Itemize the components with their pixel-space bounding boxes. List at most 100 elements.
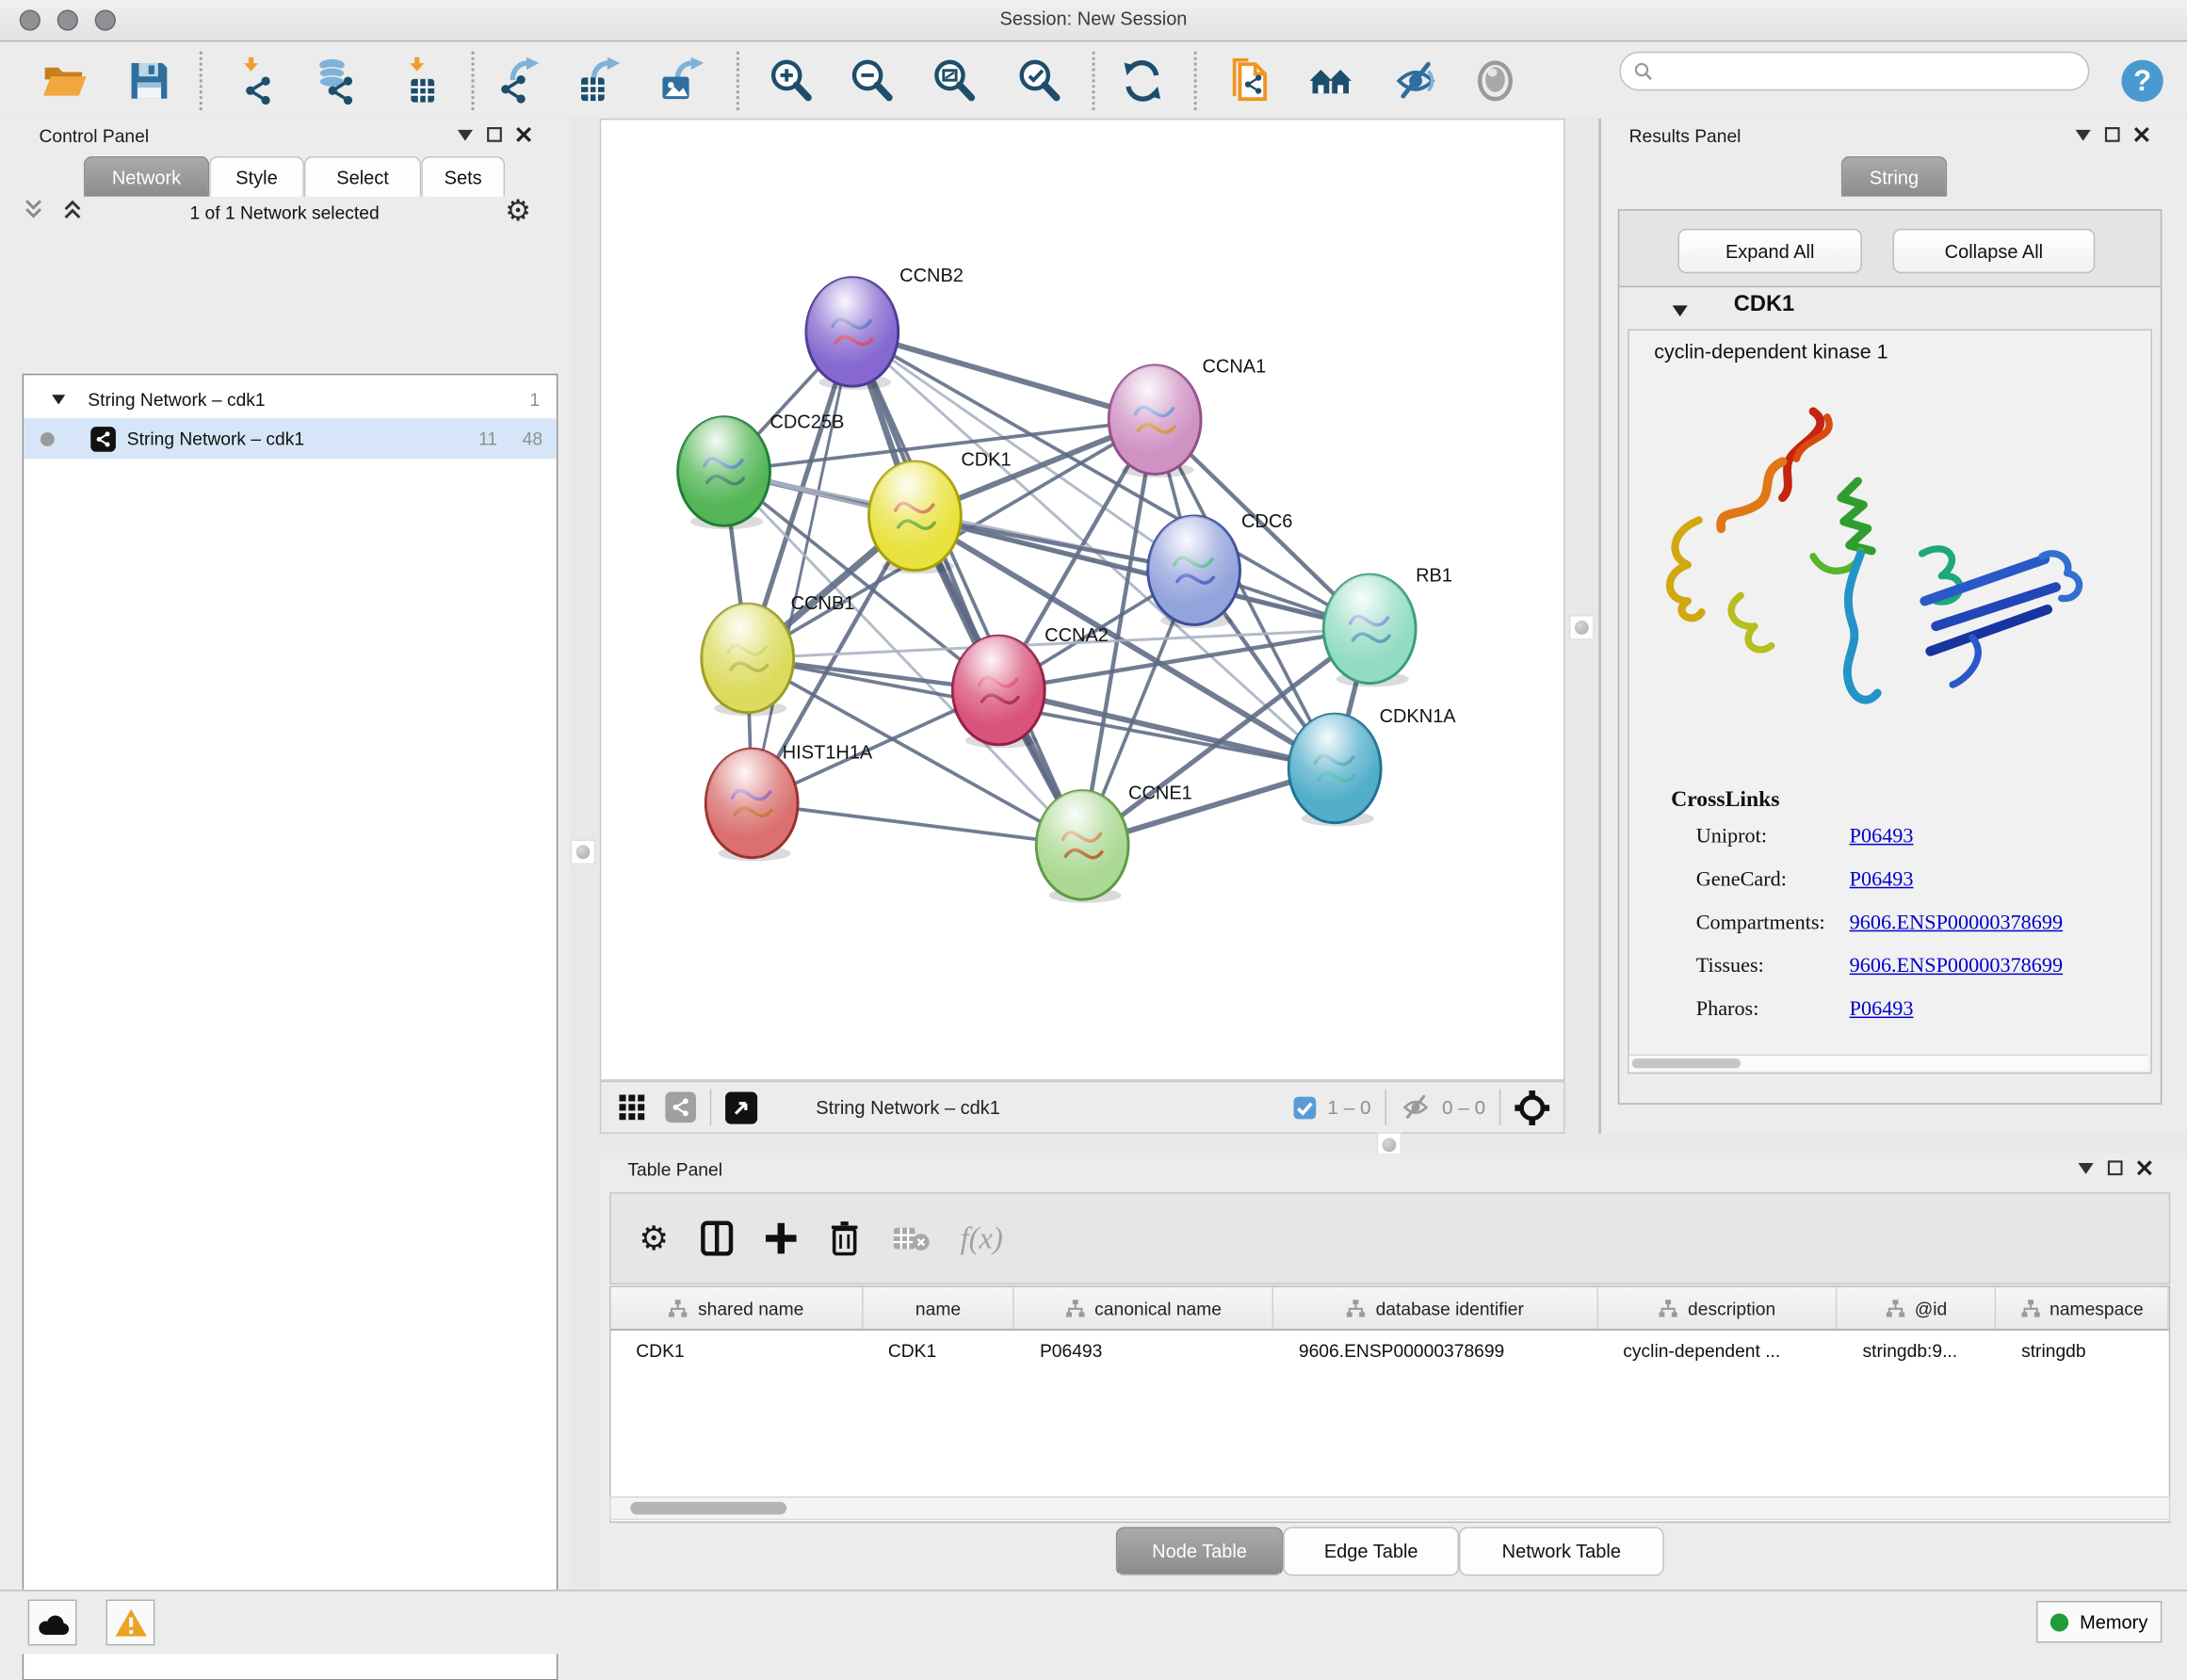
cell-id[interactable]: stringdb:9... (1838, 1331, 1997, 1371)
column-header-id[interactable]: @id (1838, 1287, 1997, 1329)
crosslink-value-link[interactable]: P06493 (1850, 869, 1914, 893)
tab-node-table[interactable]: Node Table (1116, 1527, 1284, 1576)
node-CDKN1A[interactable] (1288, 714, 1381, 826)
import-network-database-button[interactable] (308, 53, 361, 108)
collapse-panel-icon[interactable] (458, 129, 473, 140)
column-header-description[interactable]: description (1598, 1287, 1838, 1329)
warnings-button[interactable] (106, 1600, 155, 1646)
node-CDC25B[interactable] (678, 417, 770, 529)
float-panel-icon[interactable] (2108, 1160, 2123, 1175)
export-table-button[interactable] (574, 53, 626, 108)
import-table-button[interactable] (395, 53, 447, 108)
node-HIST1H1A[interactable] (705, 749, 798, 861)
delete-column-icon[interactable] (828, 1220, 860, 1257)
close-panel-icon[interactable] (516, 127, 531, 142)
hide-panel-button[interactable] (1389, 53, 1442, 108)
homes-button[interactable] (1304, 53, 1357, 108)
cell-databaseidentifier[interactable]: 9606.ENSP00000378699 (1273, 1331, 1597, 1371)
string-network-graph[interactable]: CCNB2CCNA1CDC25BCDK1CDC6RB1CCNB1CCNA2CDK… (601, 120, 1563, 1079)
node-CCNB1[interactable] (702, 604, 794, 716)
node-table[interactable]: shared namenamecanonical namedatabase id… (609, 1285, 2170, 1523)
zoom-fit-button[interactable] (928, 53, 980, 108)
crosshair-icon[interactable] (1515, 1090, 1549, 1124)
save-session-button[interactable] (122, 53, 175, 108)
float-panel-icon[interactable] (2105, 127, 2120, 142)
show-panel-button[interactable] (1468, 53, 1521, 108)
network-canvas[interactable]: CCNB2CCNA1CDC25BCDK1CDC6RB1CCNB1CCNA2CDK… (600, 119, 1565, 1081)
crosslink-value-link[interactable]: 9606.ENSP00000378699 (1850, 912, 2063, 935)
crosslink-value-link[interactable]: P06493 (1850, 826, 1914, 849)
column-header-name[interactable]: name (863, 1287, 1014, 1329)
table-settings-gear-icon[interactable]: ⚙ (639, 1219, 669, 1259)
cell-canonicalname[interactable]: P06493 (1014, 1331, 1273, 1371)
open-session-button[interactable] (38, 53, 90, 108)
table-hscroll-thumb[interactable] (630, 1502, 786, 1514)
string-badge-icon[interactable] (665, 1092, 696, 1123)
crosslink-value-link[interactable]: 9606.ENSP00000378699 (1850, 955, 2063, 978)
show-columns-icon[interactable] (700, 1220, 734, 1257)
tab-string[interactable]: String (1841, 156, 1948, 197)
network-options-gear-icon[interactable]: ⚙ (505, 194, 531, 229)
import-network-file-button[interactable] (229, 53, 282, 108)
search-input[interactable] (1662, 59, 2088, 83)
node-CDK1[interactable] (869, 461, 962, 573)
network-row-selected[interactable]: String Network – cdk1 11 48 (24, 418, 557, 459)
float-panel-icon[interactable] (487, 127, 502, 142)
crosslink-value-link[interactable]: P06493 (1850, 998, 1914, 1022)
table-row[interactable]: CDK1CDK1P064939606.ENSP00000378699cyclin… (611, 1331, 2169, 1371)
cell-sharedname[interactable]: CDK1 (611, 1331, 864, 1371)
results-hscrollbar[interactable] (1629, 1055, 2148, 1072)
node-RB1[interactable] (1323, 574, 1416, 687)
tab-edge-table[interactable]: Edge Table (1283, 1527, 1459, 1576)
edge-HIST1H1A-CCNE1[interactable] (752, 803, 1082, 845)
network-collection-row[interactable]: String Network – cdk1 1 (24, 380, 557, 420)
share-file-button[interactable] (1224, 53, 1277, 108)
search-field[interactable] (1619, 52, 2089, 90)
close-panel-icon[interactable] (2137, 1160, 2152, 1175)
help-button[interactable]: ? (2115, 53, 2168, 108)
cell-name[interactable]: CDK1 (863, 1331, 1014, 1371)
zoom-selected-button[interactable] (1012, 53, 1065, 108)
export-image-button[interactable] (656, 53, 709, 108)
export-network-button[interactable] (493, 53, 545, 108)
node-CCNB2[interactable] (806, 278, 899, 390)
collapse-all-button[interactable]: Collapse All (1893, 229, 2096, 273)
tab-style[interactable]: Style (209, 156, 304, 197)
tab-select[interactable]: Select (304, 156, 421, 197)
zoom-out-button[interactable] (845, 53, 898, 108)
cell-namespace[interactable]: stringdb (1996, 1331, 2168, 1371)
section-collapse-icon[interactable] (1673, 305, 1688, 316)
collapse-panel-icon[interactable] (2076, 129, 2091, 140)
column-header-sharedname[interactable]: shared name (611, 1287, 864, 1329)
tab-network-table[interactable]: Network Table (1459, 1527, 1664, 1576)
column-header-canonicalname[interactable]: canonical name (1014, 1287, 1273, 1329)
edge-CCNA2-CDKN1A[interactable] (998, 690, 1335, 768)
cloud-button[interactable] (28, 1600, 77, 1646)
birds-eye-grid-icon[interactable] (620, 1094, 646, 1121)
open-in-window-icon[interactable] (725, 1091, 757, 1123)
tab-sets[interactable]: Sets (421, 156, 505, 197)
add-column-icon[interactable] (764, 1221, 798, 1255)
left-splitter-handle[interactable] (571, 839, 596, 864)
edge-CCNB2-HIST1H1A[interactable] (752, 331, 852, 803)
update-button[interactable] (1116, 53, 1169, 108)
column-header-namespace[interactable]: namespace (1996, 1287, 2168, 1329)
close-panel-icon[interactable] (2134, 127, 2149, 142)
tab-network[interactable]: Network (84, 156, 209, 197)
results-hscroll-thumb[interactable] (1632, 1058, 1742, 1068)
collapse-panel-icon[interactable] (2078, 1162, 2093, 1173)
tree-expand-icon[interactable] (52, 395, 66, 404)
table-hscrollbar[interactable] (609, 1496, 2170, 1520)
eye-slash-icon (1392, 57, 1439, 105)
cell-description[interactable]: cyclin-dependent ... (1598, 1331, 1838, 1371)
memory-button[interactable]: Memory (2036, 1601, 2162, 1642)
node-CCNE1[interactable] (1036, 791, 1128, 903)
column-header-databaseidentifier[interactable]: database identifier (1273, 1287, 1597, 1329)
edge-CCNB2-CCNE1[interactable] (852, 331, 1082, 845)
expand-all-button[interactable]: Expand All (1677, 229, 1861, 273)
separator (710, 1090, 711, 1126)
node-CCNA1[interactable] (1109, 365, 1201, 477)
selected-checkbox-icon[interactable] (1292, 1095, 1316, 1119)
right-splitter-handle[interactable] (1569, 615, 1595, 640)
zoom-in-button[interactable] (765, 53, 818, 108)
